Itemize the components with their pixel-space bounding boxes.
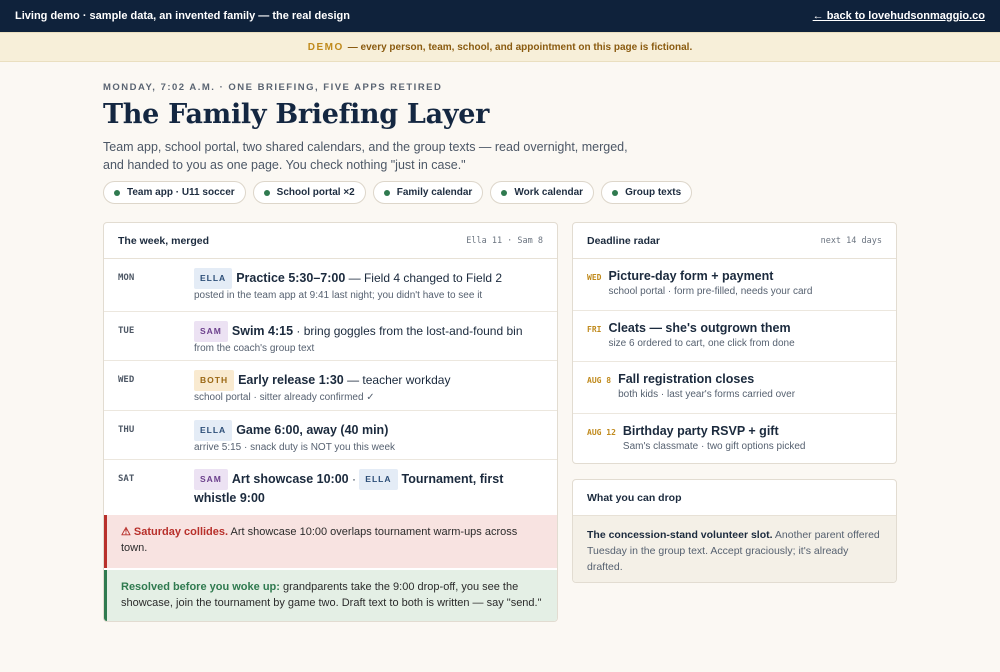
day-row-thu: THU ELLA Game 6:00, away (40 min) arrive …	[104, 411, 557, 460]
kid-tag: ELLA	[194, 268, 233, 289]
deadline-item: WED Picture-day form + payment school por…	[573, 259, 896, 311]
event-detail: — teacher workday	[343, 373, 451, 387]
status-dot-icon	[501, 189, 508, 196]
demo-notice: DEMO — every person, team, school, and a…	[0, 32, 1000, 62]
status-dot-icon	[114, 189, 120, 196]
event-detail: · bring goggles from the lost-and-found …	[293, 324, 523, 338]
status-dot-icon	[383, 189, 390, 196]
event-separator: ·	[348, 472, 360, 486]
chip-team-app[interactable]: Team app · U11 soccer	[103, 181, 246, 204]
deadline-title: Birthday party RSVP + gift	[622, 423, 779, 438]
week-card-title: The week, merged	[118, 234, 210, 247]
deadline-date: AUG 12	[587, 427, 616, 437]
chip-family-calendar[interactable]: Family calendar	[372, 181, 484, 204]
event-title: Swim 4:15	[231, 324, 294, 338]
deadline-detail: school portal · form pre-filled, needs y…	[608, 286, 813, 297]
event-source: from the coach's group text	[194, 343, 315, 354]
day-label: THU	[118, 425, 135, 435]
radar-card-meta: next 14 days	[820, 235, 882, 246]
event-title: Game 6:00, away (40 min)	[236, 423, 389, 437]
eyebrow: MONDAY, 7:02 A.M. · ONE BRIEFING, FIVE A…	[103, 82, 443, 93]
drop-card: What you can drop The concession-stand v…	[572, 479, 897, 583]
resolved-heading: Resolved before you woke up:	[121, 581, 280, 593]
day-row-wed: WED BOTH Early release 1:30 — teacher wor…	[104, 361, 557, 411]
deadline-item: AUG 12 Birthday party RSVP + gift Sam's c…	[573, 414, 896, 464]
week-card-meta: Ella 11 · Sam 8	[466, 235, 543, 246]
hero: MONDAY, 7:02 A.M. · ONE BRIEFING, FIVE A…	[103, 82, 663, 174]
drop-card-header: What you can drop	[573, 480, 896, 516]
status-dot-icon	[263, 189, 270, 196]
kid-tag: ELLA	[194, 420, 233, 441]
drop-heading: The concession-stand volunteer slot.	[587, 529, 773, 541]
source-chips: Team app · U11 soccer School portal ×2 F…	[103, 181, 693, 204]
deadline-title: Picture-day form + payment	[608, 269, 774, 283]
deadline-detail: Sam's classmate · two gift options picke…	[622, 440, 806, 452]
kid-tag: SAM	[194, 321, 228, 342]
status-dot-icon	[612, 189, 619, 196]
radar-card-title: Deadline radar	[587, 234, 660, 247]
alert-heading: ⚠ Saturday collides.	[121, 526, 229, 538]
event-source: arrive 5:15 · snack duty is NOT you this…	[194, 442, 396, 453]
week-card: The week, merged Ella 11 · Sam 8 MON ELL…	[103, 222, 558, 622]
radar-card-header: Deadline radar next 14 days	[573, 223, 896, 259]
deadline-item: FRI Cleats — she's outgrown them size 6 o…	[573, 311, 896, 362]
lede: Team app, school portal, two shared cale…	[103, 140, 628, 172]
deadline-date: WED	[587, 273, 602, 282]
day-row-sat: SAT SAM Art showcase 10:00 · ELLA Tourname…	[104, 460, 557, 515]
day-row-mon: MON ELLA Practice 5:30–7:00 — Field 4 cha…	[104, 259, 557, 312]
chip-work-calendar[interactable]: Work calendar	[490, 181, 595, 204]
kid-tag: ELLA	[359, 469, 398, 490]
deadline-title: Cleats — she's outgrown them	[608, 320, 791, 335]
top-bar: Living demo · sample data, an invented f…	[0, 0, 1000, 32]
event-title: Early release 1:30	[238, 373, 344, 387]
chip-school-portal[interactable]: School portal ×2	[252, 181, 366, 204]
week-card-header: The week, merged Ella 11 · Sam 8	[104, 223, 557, 259]
event-title: Art showcase 10:00	[231, 472, 349, 486]
day-label: WED	[118, 375, 135, 385]
deadline-item: AUG 8 Fall registration closes both kids …	[573, 362, 896, 414]
conflict-alert: ⚠ Saturday collides. Art showcase 10:00 …	[104, 515, 557, 568]
page-title: The Family Briefing Layer	[103, 99, 489, 130]
day-label: MON	[118, 273, 135, 283]
day-row-tue: TUE SAM Swim 4:15 · bring goggles from th…	[104, 312, 557, 361]
drop-card-body: The concession-stand volunteer slot. Ano…	[573, 516, 896, 582]
kid-tag: BOTH	[194, 370, 235, 391]
demo-caption: Living demo · sample data, an invented f…	[15, 10, 350, 22]
event-source: school portal · sitter already confirmed…	[194, 392, 375, 403]
day-label: TUE	[118, 326, 135, 336]
resolved-note: Resolved before you woke up: grandparent…	[104, 570, 557, 621]
deadline-title: Fall registration closes	[618, 372, 755, 386]
event-detail: — Field 4 changed to Field 2	[345, 271, 503, 285]
back-link[interactable]: ← back to lovehudsonmaggio.co	[813, 10, 985, 22]
chip-group-texts[interactable]: Group texts	[601, 181, 693, 204]
demo-tag: DEMO	[307, 41, 344, 53]
deadline-date: FRI	[587, 324, 602, 334]
deadline-date: AUG 8	[587, 376, 612, 385]
event-title: Practice 5:30–7:00	[236, 271, 346, 285]
drop-card-title: What you can drop	[587, 491, 682, 504]
kid-tag: SAM	[194, 469, 228, 490]
demo-notice-text: — every person, team, school, and appoin…	[347, 41, 693, 53]
deadline-detail: size 6 ordered to cart, one click from d…	[608, 337, 795, 349]
day-label: SAT	[118, 474, 135, 484]
event-source: posted in the team app at 9:41 last nigh…	[194, 290, 483, 301]
deadline-radar-card: Deadline radar next 14 days WED Picture-…	[572, 222, 897, 464]
deadline-detail: both kids · last year's forms carried ov…	[618, 389, 796, 400]
